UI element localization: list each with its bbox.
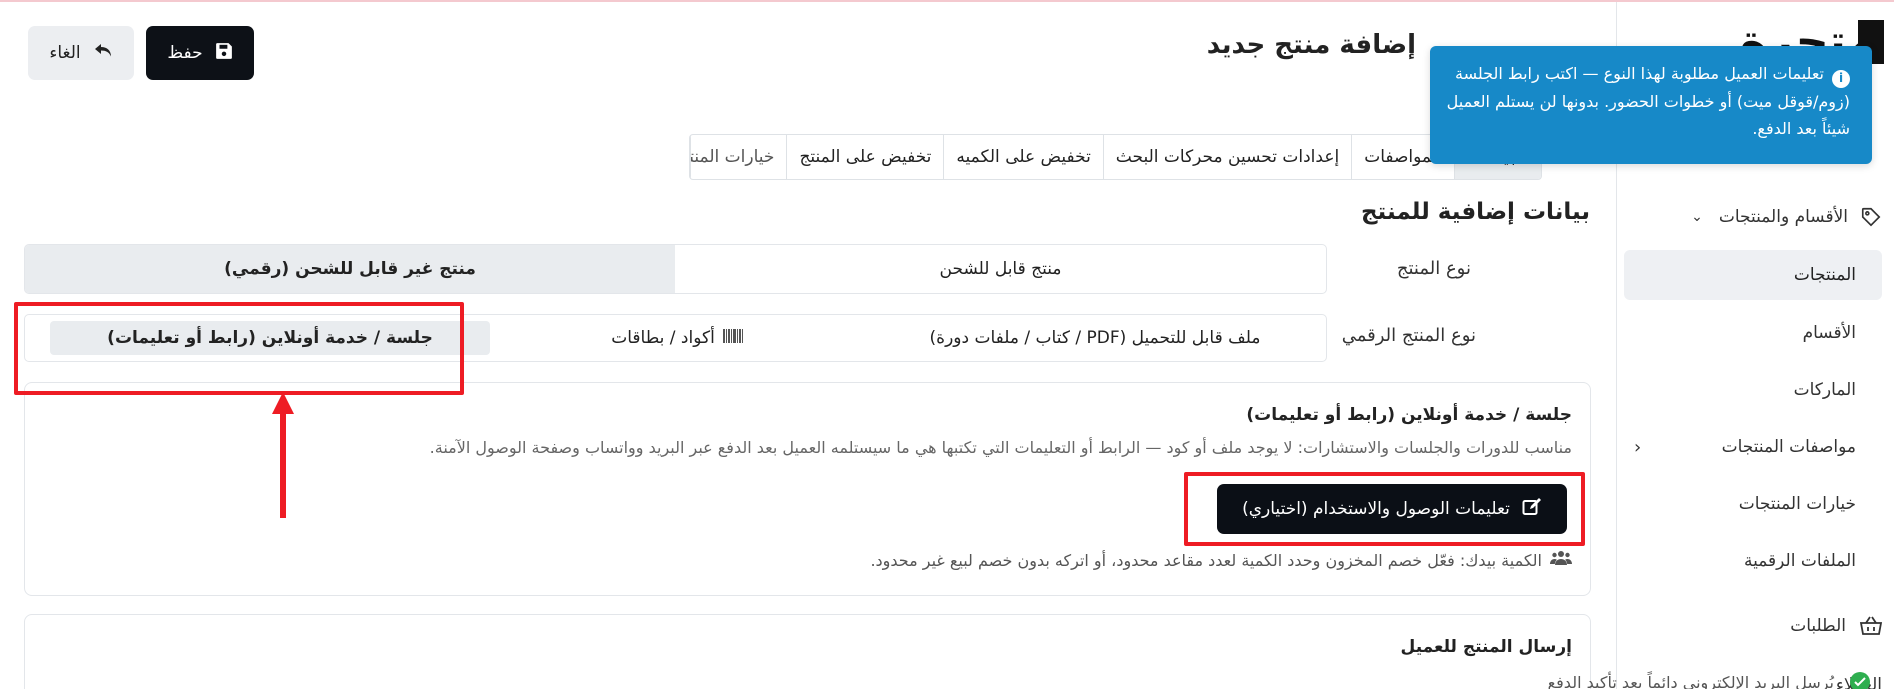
- option-shippable[interactable]: منتج قابل للشحن: [675, 245, 1326, 293]
- toast-text: تعليمات العميل مطلوبة لهذا النوع — اكتب …: [1446, 64, 1850, 138]
- section-title: بيانات إضافية للمنتج: [1360, 199, 1590, 225]
- digital-type-selector: ملف قابل للتحميل (PDF / كتاب / ملفات دور…: [24, 314, 1327, 362]
- delivery-card: إرسال المنتج للعميل: [24, 614, 1591, 689]
- sidebar-item-product-options[interactable]: خيارات المنتجات: [1624, 479, 1882, 529]
- chevron-down-icon: ⌄: [1691, 209, 1703, 225]
- product-type-selector: منتج قابل للشحن منتج غير قابل للشحن (رقم…: [24, 244, 1327, 294]
- info-toast[interactable]: iتعليمات العميل مطلوبة لهذا النوع — اكتب…: [1430, 46, 1872, 164]
- quantity-note: الكمية بيدك: فعّل خصم المخزون وحدد الكمي…: [870, 550, 1572, 570]
- tab-product-options[interactable]: خيارات المنتج: [690, 135, 786, 179]
- sidebar-item-categories[interactable]: الأقسام: [1624, 308, 1882, 358]
- sidebar-item-brands[interactable]: الماركات: [1624, 365, 1882, 415]
- save-icon: [215, 42, 233, 65]
- option-downloadable-file[interactable]: ملف قابل للتحميل (PDF / كتاب / ملفات دور…: [864, 315, 1326, 361]
- online-card-description: مناسب للدورات والجلسات والاستشارات: لا ي…: [429, 438, 1572, 457]
- sidebar-group-label: الأقسام والمنتجات: [1718, 207, 1848, 227]
- save-button[interactable]: حفظ: [146, 26, 254, 80]
- tab-seo[interactable]: إعدادات تحسين محركات البحث: [1102, 135, 1351, 179]
- option-digital[interactable]: منتج غير قابل للشحن (رقمي): [25, 245, 675, 293]
- tab-product-discount[interactable]: تخفيض على المنتج: [786, 135, 943, 179]
- delivery-card-title: إرسال المنتج للعميل: [1400, 637, 1572, 657]
- email-note: يُرسل البريد الإلكتروني دائماً بعد تأكيد…: [1547, 673, 1834, 689]
- sidebar-item-products[interactable]: المنتجات: [1624, 250, 1882, 300]
- annotation-arrow-icon: [272, 392, 294, 518]
- app-window: { "header": { "page_title": "إضافة منتج …: [0, 0, 1894, 689]
- barcode-icon: [722, 328, 743, 348]
- access-instructions-button[interactable]: تعليمات الوصول والاستخدام (اختياري): [1217, 484, 1567, 534]
- product-tabs: البيانات المواصفات إعدادات تحسين محركات …: [689, 134, 1542, 180]
- sidebar-item-orders[interactable]: الطلبات: [1634, 606, 1884, 646]
- tab-quantity-discount[interactable]: تخفيض على الكميه: [943, 135, 1102, 179]
- digital-type-label: نوع المنتج الرقمي: [1341, 325, 1476, 346]
- option-online-session[interactable]: جلسة / خدمة أونلاين (رابط أو تعليمات): [50, 321, 490, 355]
- sidebar-item-product-specs[interactable]: مواصفات المنتجات ‹: [1624, 422, 1882, 472]
- product-type-label: نوع المنتج: [1396, 258, 1471, 279]
- option-codes-cards[interactable]: أكواد / بطاقات: [490, 315, 864, 361]
- sidebar-group-categories-products[interactable]: الأقسام والمنتجات ⌄: [1634, 200, 1884, 234]
- online-card-title: جلسة / خدمة أونلاين (رابط أو تعليمات): [1246, 405, 1572, 425]
- tag-icon: [1858, 204, 1884, 230]
- users-icon: [1550, 550, 1572, 570]
- info-icon: i: [1832, 69, 1850, 88]
- page-title: إضافة منتج جديد: [1206, 30, 1416, 60]
- undo-icon: [93, 42, 113, 65]
- check-circle-icon: [1850, 672, 1870, 689]
- sidebar-item-digital-files[interactable]: الملفات الرقمية: [1624, 536, 1882, 586]
- cancel-button[interactable]: الغاء: [28, 26, 134, 80]
- edit-icon: [1522, 497, 1542, 522]
- basket-icon: [1858, 615, 1884, 637]
- chevron-left-icon: ‹: [1634, 436, 1642, 458]
